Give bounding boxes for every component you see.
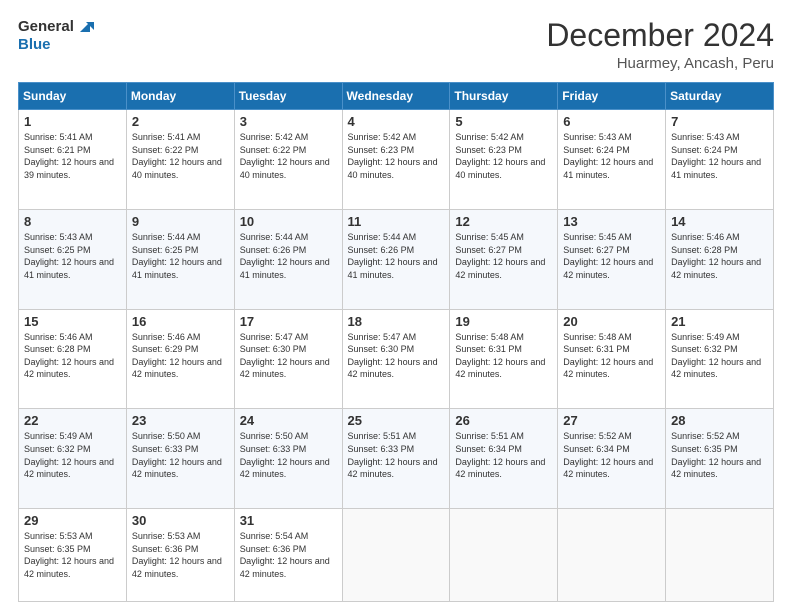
table-cell: 3 Sunrise: 5:42 AMSunset: 6:22 PMDayligh… <box>234 110 342 210</box>
table-cell: 22 Sunrise: 5:49 AMSunset: 6:32 PMDaylig… <box>19 409 127 509</box>
col-saturday: Saturday <box>666 83 774 110</box>
table-cell: 1 Sunrise: 5:41 AMSunset: 6:21 PMDayligh… <box>19 110 127 210</box>
table-cell: 18 Sunrise: 5:47 AMSunset: 6:30 PMDaylig… <box>342 309 450 409</box>
month-title: December 2024 <box>546 18 774 53</box>
table-cell: 17 Sunrise: 5:47 AMSunset: 6:30 PMDaylig… <box>234 309 342 409</box>
table-cell: 28 Sunrise: 5:52 AMSunset: 6:35 PMDaylig… <box>666 409 774 509</box>
logo: General Blue <box>18 18 94 53</box>
table-cell: 10 Sunrise: 5:44 AMSunset: 6:26 PMDaylig… <box>234 209 342 309</box>
empty-cell <box>666 509 774 602</box>
table-cell: 11 Sunrise: 5:44 AMSunset: 6:26 PMDaylig… <box>342 209 450 309</box>
page: General Blue December 2024 Huarmey, Anca… <box>0 0 792 612</box>
location: Huarmey, Ancash, Peru <box>546 55 774 72</box>
table-cell: 21 Sunrise: 5:49 AMSunset: 6:32 PMDaylig… <box>666 309 774 409</box>
table-row: 29 Sunrise: 5:53 AMSunset: 6:35 PMDaylig… <box>19 509 774 602</box>
calendar-header-row: Sunday Monday Tuesday Wednesday Thursday… <box>19 83 774 110</box>
col-sunday: Sunday <box>19 83 127 110</box>
table-cell: 30 Sunrise: 5:53 AMSunset: 6:36 PMDaylig… <box>126 509 234 602</box>
table-row: 1 Sunrise: 5:41 AMSunset: 6:21 PMDayligh… <box>19 110 774 210</box>
table-row: 22 Sunrise: 5:49 AMSunset: 6:32 PMDaylig… <box>19 409 774 509</box>
table-cell: 19 Sunrise: 5:48 AMSunset: 6:31 PMDaylig… <box>450 309 558 409</box>
logo-arrow-icon <box>76 18 94 36</box>
table-cell: 12 Sunrise: 5:45 AMSunset: 6:27 PMDaylig… <box>450 209 558 309</box>
table-cell: 25 Sunrise: 5:51 AMSunset: 6:33 PMDaylig… <box>342 409 450 509</box>
table-cell: 23 Sunrise: 5:50 AMSunset: 6:33 PMDaylig… <box>126 409 234 509</box>
empty-cell <box>342 509 450 602</box>
table-row: 8 Sunrise: 5:43 AMSunset: 6:25 PMDayligh… <box>19 209 774 309</box>
table-cell: 31 Sunrise: 5:54 AMSunset: 6:36 PMDaylig… <box>234 509 342 602</box>
table-cell: 13 Sunrise: 5:45 AMSunset: 6:27 PMDaylig… <box>558 209 666 309</box>
table-cell: 15 Sunrise: 5:46 AMSunset: 6:28 PMDaylig… <box>19 309 127 409</box>
table-cell: 4 Sunrise: 5:42 AMSunset: 6:23 PMDayligh… <box>342 110 450 210</box>
table-cell: 27 Sunrise: 5:52 AMSunset: 6:34 PMDaylig… <box>558 409 666 509</box>
table-cell: 14 Sunrise: 5:46 AMSunset: 6:28 PMDaylig… <box>666 209 774 309</box>
col-tuesday: Tuesday <box>234 83 342 110</box>
col-monday: Monday <box>126 83 234 110</box>
table-cell: 6 Sunrise: 5:43 AMSunset: 6:24 PMDayligh… <box>558 110 666 210</box>
table-cell: 5 Sunrise: 5:42 AMSunset: 6:23 PMDayligh… <box>450 110 558 210</box>
table-cell: 8 Sunrise: 5:43 AMSunset: 6:25 PMDayligh… <box>19 209 127 309</box>
table-cell: 26 Sunrise: 5:51 AMSunset: 6:34 PMDaylig… <box>450 409 558 509</box>
header: General Blue December 2024 Huarmey, Anca… <box>18 18 774 72</box>
table-cell: 9 Sunrise: 5:44 AMSunset: 6:25 PMDayligh… <box>126 209 234 309</box>
col-thursday: Thursday <box>450 83 558 110</box>
table-cell: 24 Sunrise: 5:50 AMSunset: 6:33 PMDaylig… <box>234 409 342 509</box>
col-friday: Friday <box>558 83 666 110</box>
table-cell: 7 Sunrise: 5:43 AMSunset: 6:24 PMDayligh… <box>666 110 774 210</box>
empty-cell <box>450 509 558 602</box>
title-block: December 2024 Huarmey, Ancash, Peru <box>546 18 774 72</box>
calendar-table: Sunday Monday Tuesday Wednesday Thursday… <box>18 82 774 602</box>
table-cell: 29 Sunrise: 5:53 AMSunset: 6:35 PMDaylig… <box>19 509 127 602</box>
table-cell: 20 Sunrise: 5:48 AMSunset: 6:31 PMDaylig… <box>558 309 666 409</box>
empty-cell <box>558 509 666 602</box>
table-cell: 2 Sunrise: 5:41 AMSunset: 6:22 PMDayligh… <box>126 110 234 210</box>
table-cell: 16 Sunrise: 5:46 AMSunset: 6:29 PMDaylig… <box>126 309 234 409</box>
col-wednesday: Wednesday <box>342 83 450 110</box>
table-row: 15 Sunrise: 5:46 AMSunset: 6:28 PMDaylig… <box>19 309 774 409</box>
